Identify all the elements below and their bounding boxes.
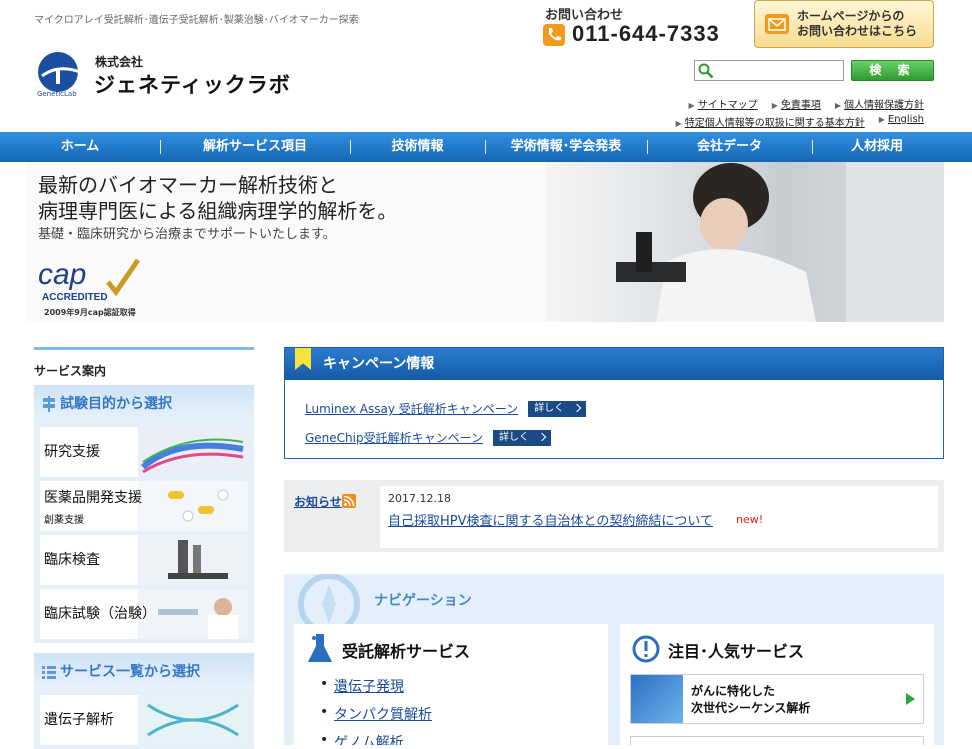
nav-home[interactable]: ホーム xyxy=(0,132,160,162)
link-gene-expression[interactable]: 遺伝子発現 xyxy=(320,676,432,696)
hero-photo xyxy=(546,162,944,322)
contract-analysis-heading: 受託解析サービス xyxy=(342,642,471,661)
phone-number: 011-644-7333 xyxy=(572,21,720,46)
site-header: マイクロアレイ受託解析･遺伝子受託解析･製薬治験･バイオマーカー探索 Genet… xyxy=(0,0,972,132)
campaign-link-genechip[interactable]: GeneChip受託解析キャンペーン xyxy=(305,429,483,446)
brain-image xyxy=(631,675,683,723)
featured-services-column: 注目･人気サービス がんに特化した 次世代シーケンス解析 xyxy=(620,624,934,745)
sidebar-title: サービス案内 xyxy=(34,347,254,385)
rss-icon[interactable] xyxy=(342,494,356,508)
dna-image xyxy=(138,695,248,745)
news-date: 2017.12.18 xyxy=(388,492,451,505)
compass-icon xyxy=(298,574,360,624)
bookmark-flag-icon xyxy=(295,348,311,370)
web-contact-button[interactable]: ホームページからの お問い合わせはこちら xyxy=(754,0,934,48)
contact-button-line2: お問い合わせはこちら xyxy=(797,24,918,38)
play-arrow-icon xyxy=(906,693,915,705)
banner-line1: がんに特化した xyxy=(691,684,776,698)
search-icon xyxy=(698,63,714,79)
contract-analysis-list: 遺伝子発現 タンパク質解析 ゲノム解析 xyxy=(320,676,432,745)
mail-icon xyxy=(765,14,789,34)
util-link-sitemap[interactable]: ▶ サイトマップ xyxy=(689,96,758,111)
cap-note: 2009年9月cap認証取得 xyxy=(44,308,136,317)
select-by-purpose-heading: 試験目的から選択 xyxy=(34,385,254,423)
campaign-box: キャンペーン情報 Luminex Assay 受託解析キャンペーン 詳しく Ge… xyxy=(284,347,944,459)
campaign-link-luminex[interactable]: Luminex Assay 受託解析キャンペーン xyxy=(305,400,518,417)
global-nav: ホーム 解析サービス項目 技術情報 学術情報･学会発表 会社データ 人材採用 xyxy=(0,132,972,162)
nav-analysis-services[interactable]: 解析サービス項目 xyxy=(160,132,350,162)
link-genome-analysis[interactable]: ゲノム解析 xyxy=(320,732,432,745)
select-by-purpose-box: 試験目的から選択 研究支援 医薬品開発支援 創薬支援 臨床検査 臨床試験（治験） xyxy=(34,385,254,643)
util-link-privacy[interactable]: ▶ 個人情報保護方針 xyxy=(835,96,924,111)
contract-analysis-column: 受託解析サービス 遺伝子発現 タンパク質解析 ゲノム解析 xyxy=(294,624,608,745)
featured-banner-2[interactable] xyxy=(630,736,924,745)
category-research-support[interactable]: 研究支援 xyxy=(40,427,248,477)
logo-text: GeneticLab xyxy=(37,90,77,98)
company-prefix: 株式会社 xyxy=(95,55,144,69)
news-title-link[interactable]: 自己採取HPV検査に関する自治体との契約締結について xyxy=(388,510,713,529)
category-clinical-testing[interactable]: 臨床検査 xyxy=(40,535,248,585)
contact-button-line1: ホームページからの xyxy=(797,9,905,23)
utility-links-row1: ▶ サイトマップ ▶ 免責事項 ▶ 個人情報保護方針 xyxy=(689,96,924,111)
util-link-specific-personal-info[interactable]: ▶ 特定個人情報等の取扱に関する基本方針 xyxy=(676,114,865,129)
search-input[interactable] xyxy=(694,60,844,81)
news-box: お知らせ 2017.12.18 自己採取HPV検査に関する自治体との契約締結につ… xyxy=(284,480,944,552)
navigation-section: ナビゲーション 受託解析サービス 遺伝子発現 タンパク質解析 ゲノム解析 注目･… xyxy=(284,574,944,745)
site-tagline: マイクロアレイ受託解析･遺伝子受託解析･製薬治験･バイオマーカー探索 xyxy=(34,15,359,26)
news-panel: 2017.12.18 自己採取HPV検査に関する自治体との契約締結について ne… xyxy=(380,486,938,548)
news-label[interactable]: お知らせ xyxy=(294,493,342,510)
cancer-ngs-banner[interactable]: がんに特化した 次世代シーケンス解析 xyxy=(630,674,924,724)
new-badge: new! xyxy=(736,513,764,526)
campaign-heading: キャンペーン情報 xyxy=(285,348,943,380)
banner-line2: 次世代シーケンス解析 xyxy=(691,701,811,715)
exclamation-icon xyxy=(632,635,660,663)
flask-icon xyxy=(308,634,332,662)
company-logo-icon[interactable]: GeneticLab xyxy=(36,50,84,98)
phone-icon xyxy=(543,24,565,46)
search-button[interactable]: 検 索 xyxy=(851,60,934,81)
select-by-service-box: サービス一覧から選択 遺伝子解析 xyxy=(34,653,254,749)
hero-subline: 基礎・臨床研究から治療までサポートいたします。 xyxy=(38,227,336,242)
svg-text:ACCREDITED: ACCREDITED xyxy=(42,292,108,303)
nav-company-data[interactable]: 会社データ xyxy=(647,132,812,162)
signpost-icon xyxy=(43,396,55,412)
service-gene-analysis[interactable]: 遺伝子解析 xyxy=(40,695,248,745)
category-drug-development[interactable]: 医薬品開発支援 創薬支援 xyxy=(40,481,248,531)
sidebar: サービス案内 試験目的から選択 研究支援 医薬品開発支援 創薬支援 臨床検査 臨… xyxy=(34,347,254,749)
campaign-item-genechip: GeneChip受託解析キャンペーン 詳しく xyxy=(305,429,552,446)
util-link-english[interactable]: ▶ English xyxy=(879,114,924,129)
campaign-item-luminex: Luminex Assay 受託解析キャンペーン 詳しく xyxy=(305,400,587,417)
category-clinical-trials[interactable]: 臨床試験（治験） xyxy=(40,589,248,639)
select-by-service-heading: サービス一覧から選択 xyxy=(34,653,254,691)
campaign-detail-button-luminex[interactable]: 詳しく xyxy=(528,400,587,417)
svg-text:cap: cap xyxy=(38,258,86,291)
nav-technical-info[interactable]: 技術情報 xyxy=(350,132,485,162)
util-link-disclaimer[interactable]: ▶ 免責事項 xyxy=(772,96,821,111)
hero-banner: 最新のバイオマーカー解析技術と 病理専門医による組織病理学的解析を。 基礎・臨床… xyxy=(26,162,944,322)
navigation-title: ナビゲーション xyxy=(374,593,472,609)
list-icon xyxy=(42,666,56,679)
nav-academic-info[interactable]: 学術情報･学会発表 xyxy=(485,132,647,162)
research-image xyxy=(138,427,248,477)
link-protein-analysis[interactable]: タンパク質解析 xyxy=(320,704,432,724)
nav-recruitment[interactable]: 人材採用 xyxy=(812,132,942,162)
microscope-image xyxy=(138,535,248,585)
hero-headline: 最新のバイオマーカー解析技術と 病理専門医による組織病理学的解析を。 xyxy=(38,173,398,223)
utility-links-row2: ▶ 特定個人情報等の取扱に関する基本方針 ▶ English xyxy=(676,114,924,129)
pills-image xyxy=(138,481,248,531)
campaign-detail-button-genechip[interactable]: 詳しく xyxy=(493,429,552,446)
featured-services-heading: 注目･人気サービス xyxy=(668,642,805,661)
company-name[interactable]: ジェネティックラボ xyxy=(94,69,291,99)
